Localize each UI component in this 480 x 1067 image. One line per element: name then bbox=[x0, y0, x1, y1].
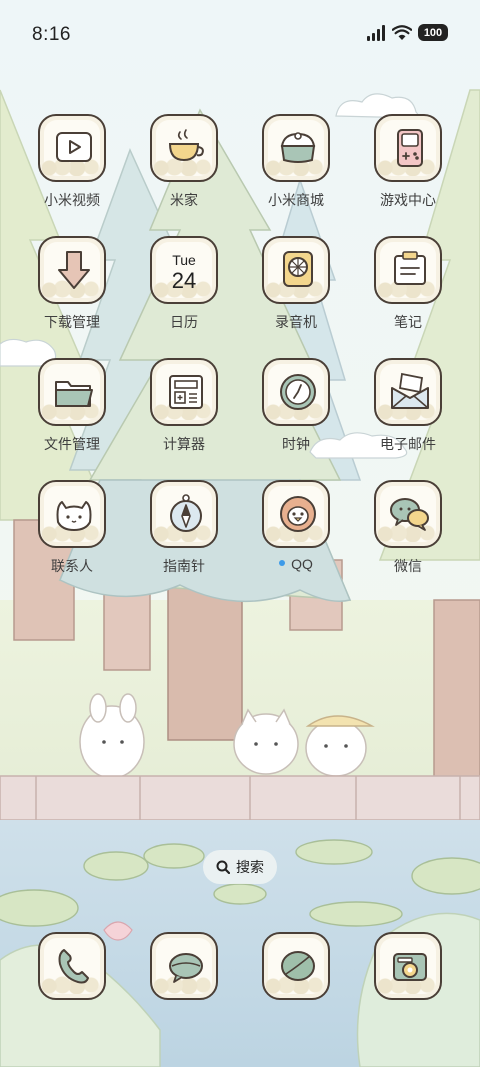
app-calculator[interactable]: 计算器 bbox=[128, 358, 240, 468]
app-contacts[interactable]: 联系人 bbox=[16, 480, 128, 590]
app-label: 联系人 bbox=[51, 558, 93, 574]
app-label: QQ bbox=[240, 556, 352, 572]
status-icons: 100 bbox=[366, 24, 448, 41]
app-compass[interactable]: 指南针 bbox=[128, 480, 240, 590]
app-label: 小米视频 bbox=[44, 192, 100, 208]
app-calendar[interactable]: Tue 24 日历 bbox=[128, 236, 240, 346]
dock bbox=[0, 932, 480, 1012]
app-notes[interactable]: 笔记 bbox=[352, 236, 464, 346]
microphone-icon bbox=[283, 251, 313, 287]
app-label: 时钟 bbox=[282, 436, 310, 452]
dock-browser[interactable] bbox=[240, 932, 352, 1042]
app-qq[interactable]: QQ bbox=[240, 480, 352, 590]
video-play-icon bbox=[56, 132, 92, 162]
app-xiaomi-video[interactable]: 小米视频 bbox=[16, 114, 128, 224]
app-label: 下载管理 bbox=[44, 314, 100, 330]
app-label: 游戏中心 bbox=[380, 192, 436, 208]
message-bubble-icon bbox=[169, 953, 203, 983]
app-label: 文件管理 bbox=[44, 436, 100, 452]
search-button[interactable]: 搜索 bbox=[203, 850, 277, 884]
dock-camera[interactable] bbox=[352, 932, 464, 1042]
battery-icon: 100 bbox=[418, 24, 448, 41]
penguin-icon bbox=[280, 496, 316, 532]
app-mijia[interactable]: 米家 bbox=[128, 114, 240, 224]
teacup-icon bbox=[168, 129, 204, 162]
folder-icon bbox=[55, 381, 93, 407]
cake-bowl-icon bbox=[280, 132, 316, 163]
camera-icon bbox=[393, 953, 427, 981]
calendar-day: Tue bbox=[172, 252, 196, 268]
app-download-manager[interactable]: 下载管理 bbox=[16, 236, 128, 346]
app-recorder[interactable]: 录音机 bbox=[240, 236, 352, 346]
app-wechat[interactable]: 微信 bbox=[352, 480, 464, 590]
signal-icon bbox=[367, 24, 385, 41]
chat-bubbles-icon bbox=[390, 498, 429, 531]
app-label: 指南针 bbox=[163, 558, 205, 574]
status-time: 8:16 bbox=[32, 24, 71, 45]
app-xiaomi-mall[interactable]: 小米商城 bbox=[240, 114, 352, 224]
calculator-icon bbox=[169, 375, 203, 409]
app-label: 录音机 bbox=[275, 314, 317, 330]
game-console-icon bbox=[397, 129, 423, 167]
clock-icon bbox=[280, 374, 316, 410]
calendar-date: 24 bbox=[171, 268, 197, 293]
new-notification-dot bbox=[279, 560, 286, 567]
status-bar: 8:16 100 bbox=[0, 0, 480, 68]
app-label: 微信 bbox=[394, 558, 422, 574]
app-clock[interactable]: 时钟 bbox=[240, 358, 352, 468]
app-email[interactable]: 电子邮件 bbox=[352, 358, 464, 468]
search-icon bbox=[216, 860, 230, 874]
app-label: 笔记 bbox=[394, 314, 422, 330]
dock-messages[interactable] bbox=[128, 932, 240, 1042]
cat-face-icon bbox=[56, 501, 92, 531]
app-label: 小米商城 bbox=[268, 192, 324, 208]
app-game-center[interactable]: 游戏中心 bbox=[352, 114, 464, 224]
app-label: 电子邮件 bbox=[380, 436, 436, 452]
dock-phone[interactable] bbox=[16, 932, 128, 1042]
app-label: 日历 bbox=[170, 314, 198, 330]
envelope-icon bbox=[391, 372, 429, 409]
leaf-browser-icon bbox=[281, 951, 315, 981]
download-arrow-icon bbox=[58, 251, 90, 289]
search-label: 搜索 bbox=[236, 859, 264, 875]
compass-icon bbox=[170, 494, 202, 532]
app-file-manager[interactable]: 文件管理 bbox=[16, 358, 128, 468]
note-icon bbox=[394, 251, 426, 285]
app-label: 计算器 bbox=[163, 436, 205, 452]
wifi-icon bbox=[392, 24, 412, 40]
phone-icon bbox=[58, 949, 89, 984]
app-label: 米家 bbox=[170, 192, 198, 208]
